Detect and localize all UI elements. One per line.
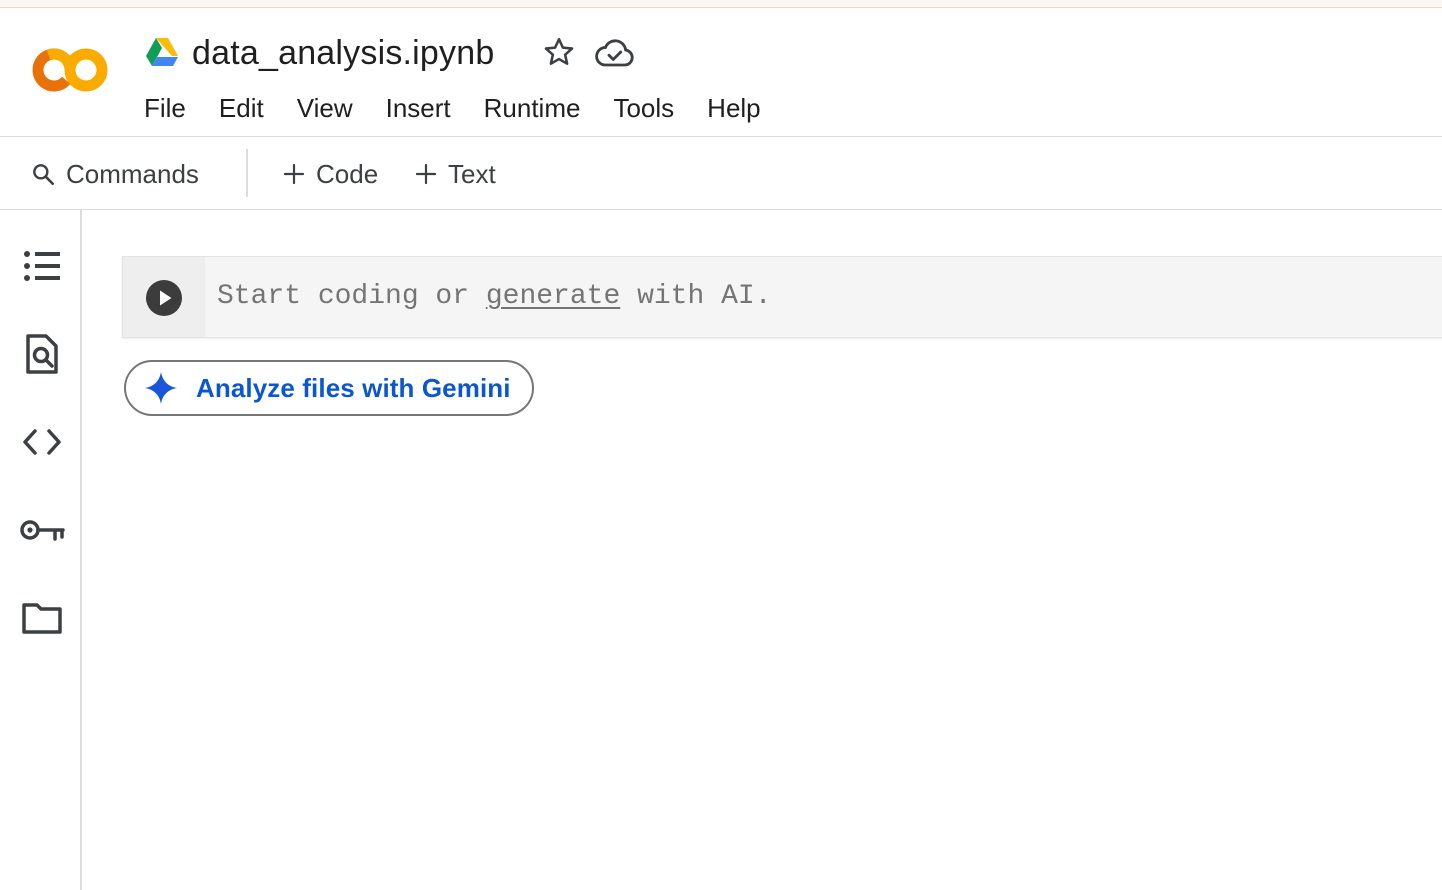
google-drive-icon[interactable] xyxy=(145,36,179,68)
plus-icon xyxy=(415,163,437,185)
add-code-label: Code xyxy=(316,158,379,189)
colab-logo[interactable] xyxy=(28,42,112,98)
menu-edit[interactable]: Edit xyxy=(219,90,280,126)
menu-help[interactable]: Help xyxy=(707,90,776,126)
run-cell-button[interactable] xyxy=(145,279,183,317)
search-icon xyxy=(33,164,55,186)
notebook-toolbar: Commands Code Text xyxy=(0,138,1442,210)
menu-insert[interactable]: Insert xyxy=(386,90,467,126)
plus-icon xyxy=(283,163,305,185)
code-cell[interactable]: Start coding or generate with AI. xyxy=(122,256,1442,338)
table-of-contents-icon[interactable] xyxy=(18,242,66,290)
menu-file[interactable]: File xyxy=(144,90,202,126)
files-folder-icon[interactable] xyxy=(18,594,66,642)
left-sidebar xyxy=(0,210,82,890)
gemini-sparkle-icon xyxy=(145,372,177,404)
add-text-cell-button[interactable]: Text xyxy=(414,154,496,194)
top-accent-strip xyxy=(0,0,1442,8)
code-snippets-icon[interactable] xyxy=(18,418,66,466)
secrets-key-icon[interactable] xyxy=(18,506,66,554)
generate-link[interactable]: generate xyxy=(486,281,620,312)
cell-gutter xyxy=(123,257,205,337)
gemini-button-label: Analyze files with Gemini xyxy=(196,372,511,403)
add-code-cell-button[interactable]: Code xyxy=(282,154,378,194)
cell-editor[interactable]: Start coding or generate with AI. xyxy=(217,277,772,317)
cell-placeholder-suffix: with AI. xyxy=(620,281,772,312)
add-text-label: Text xyxy=(448,158,496,189)
commands-label: Commands xyxy=(66,158,199,189)
play-icon xyxy=(146,280,182,316)
notebook-title[interactable]: data_analysis.ipynb xyxy=(192,32,494,74)
menu-bar: File Edit View Insert Runtime Tools Help xyxy=(144,90,794,126)
toolbar-divider xyxy=(246,149,248,197)
cell-placeholder-prefix: Start coding or xyxy=(217,281,486,312)
star-icon[interactable] xyxy=(541,34,577,70)
menu-view[interactable]: View xyxy=(297,90,369,126)
commands-button[interactable]: Commands xyxy=(30,154,199,194)
find-replace-icon[interactable] xyxy=(18,330,66,378)
cloud-saved-icon[interactable] xyxy=(594,36,636,70)
app-header: data_analysis.ipynb File Edit View Inser… xyxy=(0,8,1442,137)
menu-tools[interactable]: Tools xyxy=(613,90,690,126)
analyze-with-gemini-button[interactable]: Analyze files with Gemini xyxy=(124,360,534,416)
menu-runtime[interactable]: Runtime xyxy=(484,90,597,126)
